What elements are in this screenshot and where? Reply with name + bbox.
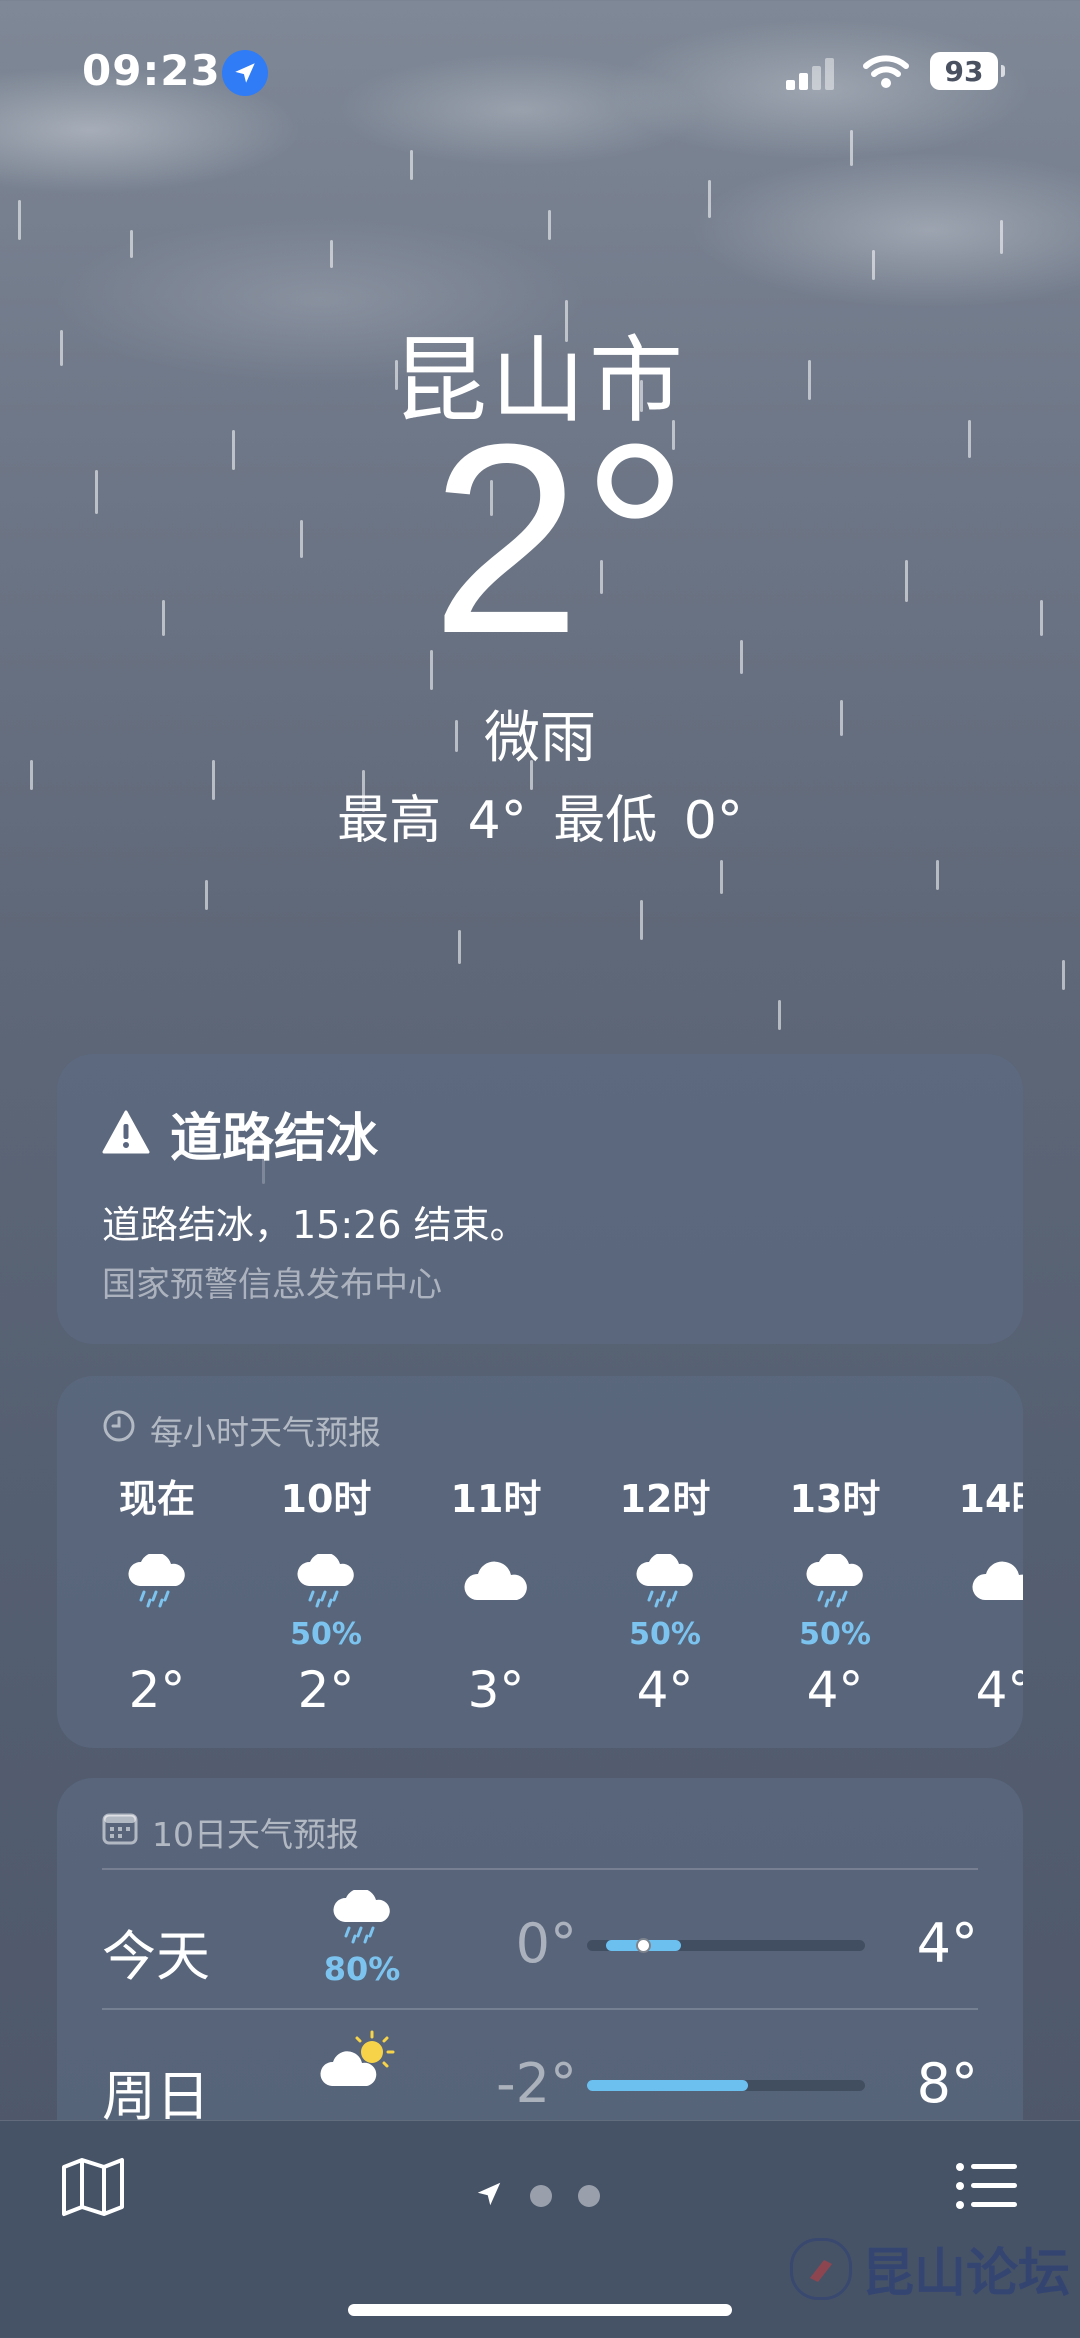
low-temperature: -2° <box>496 2052 577 2115</box>
cloud-rain-icon <box>302 1888 422 1950</box>
clock-icon <box>102 1409 136 1451</box>
cloud-rain-icon <box>590 1547 740 1617</box>
cellular-signal-icon <box>786 56 836 90</box>
temperature-range-bar <box>587 1938 865 1953</box>
battery-indicator: 93 <box>930 52 1005 90</box>
high-temperature: 4° <box>916 1912 978 1975</box>
hourly-forecast-card[interactable]: 每小时天气预报 现在 2° 10时 50% 2° 11时 3° 12时 50% 4° 13时 50% 4… <box>57 1376 1023 1748</box>
rain-streak <box>720 860 723 894</box>
precipitation-chance <box>929 1617 1023 1651</box>
precipitation-chance: 80% <box>323 1950 401 1988</box>
precipitation-chance: 50% <box>629 1617 701 1652</box>
rain-streak <box>936 860 939 890</box>
cloud-rain-icon <box>760 1547 910 1617</box>
calendar-icon <box>102 1811 138 1853</box>
home-indicator[interactable] <box>348 2304 732 2316</box>
city-list-icon[interactable] <box>955 2161 1019 2215</box>
day-name: 今天 <box>102 1925 210 1988</box>
hourly-item: 现在 2° <box>82 1468 232 1719</box>
alert-message: 道路结冰，15:26 结束。 <box>102 1203 528 1247</box>
temperature-range-bar <box>587 2080 865 2091</box>
hour-temperature: 4° <box>636 1661 694 1719</box>
bottom-toolbar: 昆山论坛 <box>0 2120 1080 2338</box>
temperature-range-fill <box>587 2080 748 2091</box>
hour-temperature: 4° <box>975 1661 1023 1719</box>
warning-icon <box>102 1110 150 1158</box>
hourly-item: 12时 50% 4° <box>590 1468 740 1719</box>
wifi-icon <box>862 52 910 94</box>
rain-streak <box>708 180 711 218</box>
hourly-item: 10时 50% 2° <box>251 1468 401 1719</box>
hourly-forecast-title: 每小时天气预报 <box>150 1413 381 1452</box>
alert-source: 国家预警信息发布中心 <box>102 1265 442 1305</box>
forum-logo-icon <box>790 2237 852 2300</box>
current-temperature-dot <box>636 1938 651 1953</box>
rain-streak <box>1062 960 1065 990</box>
page-dot[interactable] <box>530 2185 552 2207</box>
location-arrow-icon <box>222 50 268 96</box>
hour-temperature: 4° <box>806 1661 864 1719</box>
rain-streak <box>548 210 551 240</box>
map-icon[interactable] <box>60 2157 126 2221</box>
rain-streak <box>458 930 461 964</box>
cloud-rain-icon <box>82 1547 232 1617</box>
rain-streak <box>130 230 133 258</box>
precipitation-chance <box>82 1617 232 1651</box>
current-location-icon[interactable] <box>474 2179 504 2213</box>
cloud-icon <box>421 1547 571 1617</box>
hourly-item: 13时 50% 4° <box>760 1468 910 1719</box>
hourly-item: 14时 4° <box>929 1468 1023 1719</box>
hour-label: 12时 <box>619 1477 711 1521</box>
hour-temperature: 2° <box>128 1661 186 1719</box>
partly-sunny-icon <box>302 2030 422 2094</box>
rain-streak <box>872 250 875 280</box>
low-temperature: 0° <box>515 1912 577 1975</box>
rain-streak <box>18 200 21 240</box>
ten-day-forecast-title: 10日天气预报 <box>152 1815 359 1854</box>
hour-temperature: 2° <box>297 1661 355 1719</box>
watermark-text: 昆山论坛 <box>862 2244 1071 2304</box>
current-temperature: 2° <box>430 389 690 690</box>
hour-temperature: 3° <box>467 1661 525 1719</box>
rain-streak <box>778 1000 781 1030</box>
hourly-forecast-header: 每小时天气预报 <box>102 1406 381 1454</box>
hour-label: 现在 <box>118 1477 195 1521</box>
daily-row[interactable]: 今天 80% 0° 4° <box>57 1870 1023 2010</box>
rain-streak <box>850 130 853 166</box>
hour-label: 13时 <box>789 1477 881 1521</box>
page-dot[interactable] <box>578 2185 600 2207</box>
alert-title: 道路结冰 <box>170 1109 379 1169</box>
status-bar: 09:23 93 <box>0 42 1080 102</box>
rain-streak <box>330 240 333 268</box>
hour-label: 14时 <box>958 1477 1023 1521</box>
precipitation-chance: 50% <box>290 1617 362 1652</box>
hour-label: 10时 <box>280 1477 372 1521</box>
ten-day-forecast-header: 10日天气预报 <box>102 1808 359 1856</box>
precipitation-chance <box>421 1617 571 1651</box>
cloud-icon <box>929 1547 1023 1617</box>
rain-streak <box>205 880 208 910</box>
rain-streak <box>640 900 643 940</box>
rain-streak <box>1000 220 1003 254</box>
high-low-temperature: 最高 4° 最低 0° <box>337 791 743 851</box>
alert-card[interactable]: 道路结冰 道路结冰，15:26 结束。 国家预警信息发布中心 <box>57 1054 1023 1344</box>
weather-condition: 微雨 <box>484 706 596 771</box>
forum-watermark: 昆山论坛 <box>790 2231 1070 2306</box>
rain-streak <box>410 150 413 180</box>
page-indicator[interactable] <box>474 2179 600 2213</box>
hourly-item: 11时 3° <box>421 1468 571 1719</box>
status-time: 09:23 <box>82 46 221 95</box>
hour-label: 11时 <box>450 1477 542 1521</box>
high-temperature: 8° <box>916 2052 978 2115</box>
precipitation-chance: 50% <box>799 1617 871 1652</box>
cloud-rain-icon <box>251 1547 401 1617</box>
